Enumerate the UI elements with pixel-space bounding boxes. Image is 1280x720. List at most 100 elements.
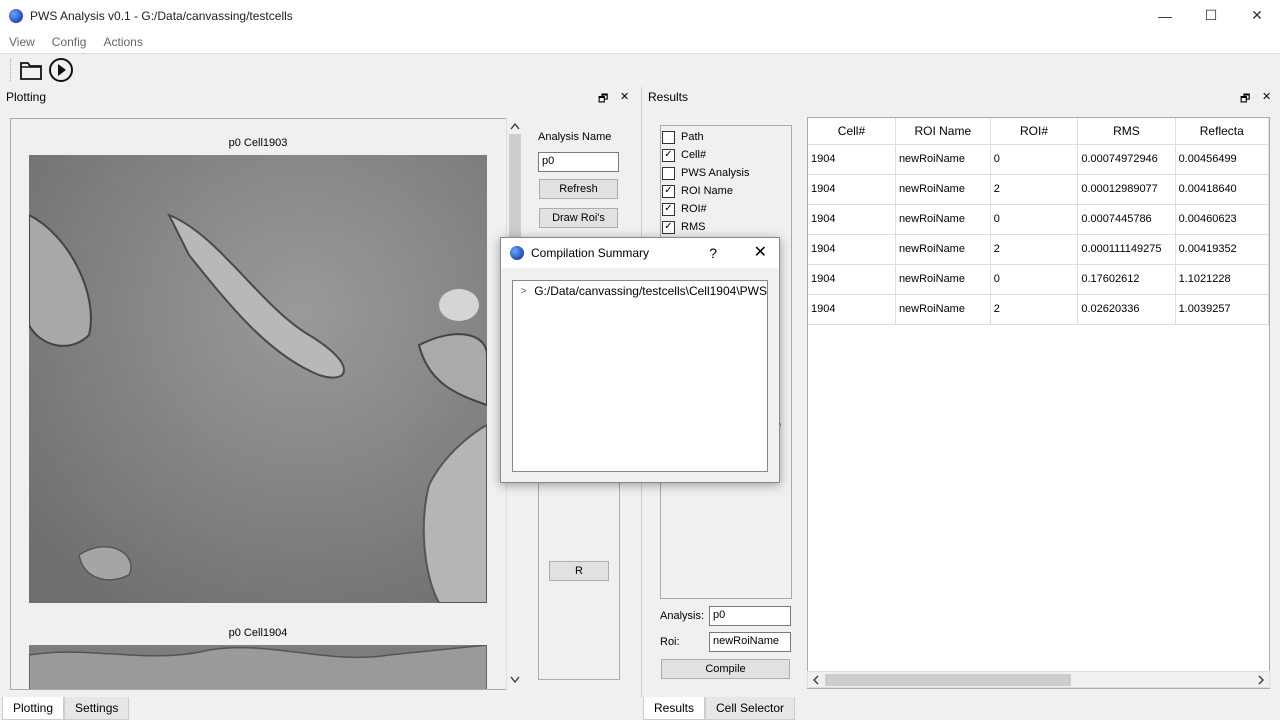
run-icon[interactable] [47,56,75,84]
checkbox-box[interactable] [662,166,675,180]
column-header[interactable]: RMS [1077,118,1176,145]
checkbox-box[interactable]: ✓ [662,220,675,234]
toolbar-grip[interactable] [10,59,13,81]
menu-config[interactable]: Config [43,35,95,49]
dialog-close-button[interactable]: ✕ [754,242,767,262]
checkbox-roi-name[interactable]: ✓ ROI Name [662,183,733,199]
table-cell[interactable]: 0.17602612 [1077,264,1176,295]
table-cell[interactable]: 1904 [808,144,896,175]
table-cell[interactable]: 1904 [808,294,896,325]
table-cell[interactable]: 0.000111149275 [1077,234,1176,265]
table-cell[interactable]: 0.00074972946 [1077,144,1176,175]
plot-scroll-area[interactable]: p0 Cell1903 p0 Cell1904 [10,118,522,690]
table-cell[interactable]: 1.0039257 [1175,294,1269,325]
roi-input[interactable]: newRoiName [709,632,791,652]
tree-item[interactable]: > G:/Data/canvassing/testcells\Cell1904\… [513,282,767,300]
checkbox-path[interactable]: Path [662,129,704,145]
table-cell[interactable]: newRoiName [895,234,991,265]
table-cell[interactable]: 0.00419352 [1175,234,1269,265]
float-icon[interactable]: 🗗 [598,90,608,109]
table-cell[interactable]: newRoiName [895,144,991,175]
checkbox-cell[interactable]: ✓ Cell# [662,147,706,163]
table-cell[interactable]: 1.1021228 [1175,264,1269,295]
column-header[interactable]: Reflecta [1175,118,1269,145]
summary-tree[interactable]: > G:/Data/canvassing/testcells\Cell1904\… [512,280,768,472]
scrollbar-thumb[interactable] [825,674,1071,686]
results-table[interactable]: Cell# ROI Name ROI# RMS Reflecta 1904 new… [807,117,1270,689]
table-cell[interactable]: 2 [990,234,1079,265]
table-row[interactable]: 1904 newRoiName 0 0.17602612 1.1021228 [808,264,1269,295]
tab-cell-selector[interactable]: Cell Selector [705,697,796,720]
close-dock-icon[interactable]: ✕ [1262,90,1271,103]
menu-actions[interactable]: Actions [94,35,150,49]
scroll-down-icon[interactable] [510,676,520,684]
scroll-up-icon[interactable] [510,122,520,130]
checkbox-rms[interactable]: ✓ RMS [662,219,705,235]
window-title: PWS Analysis v0.1 - G:/Data/canvassing/t… [30,8,293,23]
analysis-label: Analysis: [660,610,705,622]
table-cell[interactable]: 0 [990,204,1079,235]
analysis-name-input[interactable]: p0 [538,152,619,172]
analysis-name-label: Analysis Name [538,131,612,143]
table-cell[interactable]: newRoiName [895,294,991,325]
table-cell[interactable]: 1904 [808,204,896,235]
open-folder-icon[interactable] [17,56,45,84]
tab-results[interactable]: Results [643,697,706,720]
cell-image[interactable] [29,155,487,603]
tab-settings[interactable]: Settings [64,697,130,720]
table-cell[interactable]: 0.00418640 [1175,174,1269,205]
table-cell[interactable]: 0.00460623 [1175,204,1269,235]
table-cell[interactable]: 0.02620336 [1077,294,1176,325]
close-window-button[interactable]: ✕ [1234,0,1280,31]
checkbox-box[interactable] [662,130,675,144]
draw-rois-button[interactable]: Draw Roi's [539,208,618,228]
column-header[interactable]: ROI# [990,118,1079,145]
table-cell[interactable]: newRoiName [895,264,991,295]
table-cell[interactable]: newRoiName [895,204,991,235]
title-bar: PWS Analysis v0.1 - G:/Data/canvassing/t… [0,0,1280,31]
table-header-row: Cell# ROI Name ROI# RMS Reflecta [808,118,1269,145]
checkbox-box[interactable]: ✓ [662,148,675,162]
column-header[interactable]: ROI Name [895,118,991,145]
table-cell[interactable]: 1904 [808,264,896,295]
table-row[interactable]: 1904 newRoiName 2 0.000111149275 0.00419352 [808,234,1269,265]
r-button[interactable]: R [549,561,609,581]
menu-view[interactable]: View [0,35,43,49]
minimize-button[interactable]: — [1142,0,1188,31]
compile-button[interactable]: Compile [661,659,790,679]
table-cell[interactable]: 0.00012989077 [1077,174,1176,205]
float-icon[interactable]: 🗗 [1240,90,1250,109]
table-cell[interactable]: newRoiName [895,174,991,205]
help-button[interactable]: ? [709,245,717,261]
analysis-input[interactable]: p0 [709,606,791,626]
dialog-title-bar: Compilation Summary ? ✕ [501,238,779,268]
tab-plotting[interactable]: Plotting [2,697,65,720]
table-cell[interactable]: 1904 [808,174,896,205]
table-horizontal-scrollbar[interactable] [807,671,1270,688]
table-cell[interactable]: 2 [990,294,1079,325]
table-row[interactable]: 1904 newRoiName 2 0.02620336 1.0039257 [808,294,1269,325]
table-row[interactable]: 1904 newRoiName 0 0.0007445786 0.00460623 [808,204,1269,235]
close-dock-icon[interactable]: ✕ [620,90,629,103]
table-cell[interactable]: 0.0007445786 [1077,204,1176,235]
scroll-right-icon[interactable] [1257,675,1265,685]
checkbox-box[interactable]: ✓ [662,202,675,216]
table-cell[interactable]: 1904 [808,234,896,265]
plotting-dock-title: Plotting 🗗 ✕ [0,87,638,107]
results-bottom-tabs: Results Cell Selector [643,697,796,720]
maximize-button[interactable]: ☐ [1188,0,1234,31]
table-cell[interactable]: 0 [990,144,1079,175]
column-header[interactable]: Cell# [808,118,896,145]
table-cell[interactable]: 0.00456499 [1175,144,1269,175]
table-row[interactable]: 1904 newRoiName 0 0.00074972946 0.00456499 [808,144,1269,175]
refresh-button[interactable]: Refresh [539,179,618,199]
checkbox-pws-analysis[interactable]: PWS Analysis [662,165,749,181]
scroll-left-icon[interactable] [812,675,820,685]
checkbox-box[interactable]: ✓ [662,184,675,198]
checkbox-roi-number[interactable]: ✓ ROI# [662,201,707,217]
table-row[interactable]: 1904 newRoiName 2 0.00012989077 0.00418640 [808,174,1269,205]
expand-arrow-icon[interactable]: > [513,286,534,297]
table-cell[interactable]: 2 [990,174,1079,205]
table-cell[interactable]: 0 [990,264,1079,295]
cell-image[interactable] [29,645,487,689]
